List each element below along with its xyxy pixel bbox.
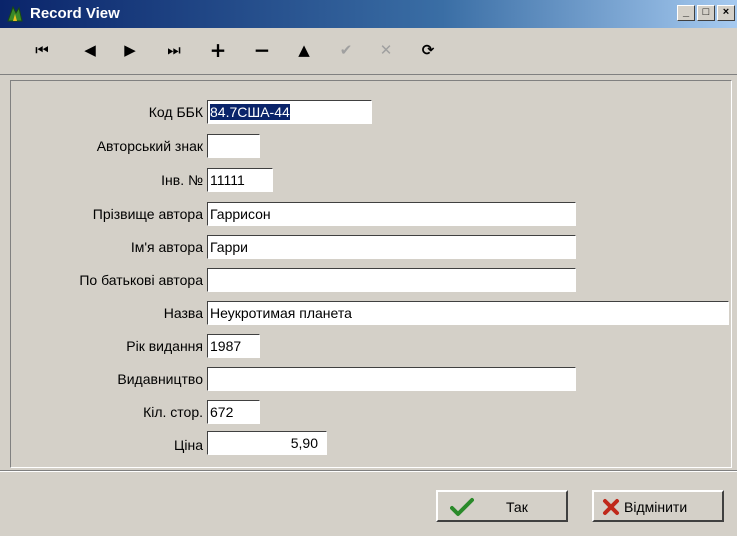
kod-bbk-label: Код ББК [148,104,203,120]
next-record-button[interactable]: ▶ [116,36,144,64]
insert-record-button[interactable]: + [204,36,232,64]
cancel-button-label: Відмінити [624,499,688,515]
check-icon [450,498,474,516]
name-input[interactable]: Гарри [207,235,576,259]
prior-record-button[interactable]: ◀ [76,36,104,64]
refresh-button[interactable]: ⟳ [414,36,442,64]
avtorskyi-znak-input[interactable] [207,134,260,158]
footer-separator [0,470,737,472]
patronymic-input[interactable] [207,268,576,292]
surname-label: Прізвище автора [92,206,203,222]
publisher-label: Видавництво [117,371,203,387]
kod-bbk-input[interactable]: 84.7США-44 [207,100,372,124]
pages-label: Кіл. стор. [143,404,203,420]
post-edit-button[interactable]: ✔ [332,36,360,64]
minimize-button[interactable]: _ [677,5,695,21]
title-label: Назва [163,305,203,321]
cancel-button[interactable]: Відмінити [592,490,724,522]
inv-no-label: Інв. № [161,172,203,188]
patronymic-label: По батькові автора [79,272,203,288]
app-icon [7,5,23,22]
publisher-input[interactable] [207,367,576,391]
edit-record-button[interactable]: ▲ [290,36,318,64]
maximize-button[interactable]: □ [697,5,715,21]
ok-button[interactable]: Так [436,490,568,522]
name-label: Ім'я автора [130,239,203,255]
close-button[interactable]: × [717,5,735,21]
x-icon [603,499,619,515]
kod-bbk-value: 84.7США-44 [210,104,290,120]
year-input[interactable]: 1987 [207,334,260,358]
avtorskyi-znak-label: Авторський знак [96,138,203,154]
delete-record-button[interactable]: − [248,36,276,64]
title-input[interactable]: Неукротимая планета [207,301,729,325]
ok-button-label: Так [506,499,528,515]
navigator-toolbar: ⏮ ◀ ▶ ⏭ + − ▲ ✔ ✕ ⟳ [0,28,737,75]
first-record-button[interactable]: ⏮ [28,36,56,64]
pages-input[interactable]: 672 [207,400,260,424]
price-input[interactable]: 5,90 [207,431,327,455]
cancel-edit-button[interactable]: ✕ [372,36,400,64]
inv-no-input[interactable]: 11111 [207,168,273,192]
window-title: Record View [30,5,120,22]
price-label: Ціна [174,437,203,453]
year-label: Рік видання [126,338,203,354]
last-record-button[interactable]: ⏭ [160,36,188,64]
title-bar: Record View _ □ × [0,0,737,28]
surname-input[interactable]: Гаррисон [207,202,576,226]
